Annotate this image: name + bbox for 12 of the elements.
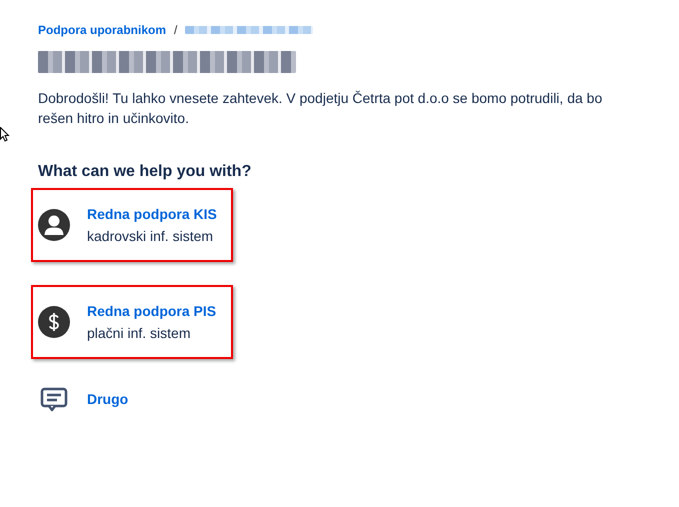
- person-icon: [38, 209, 70, 241]
- option-link[interactable]: Redna podpora PIS: [87, 302, 216, 320]
- intro-text: Dobrodošli! Tu lahko vnesete zahtevek. V podjetju Četrta pot d.o.o se bomo potrudili, da bo rešen hitro in učinkovito.: [38, 89, 604, 128]
- dollar-icon: [38, 306, 70, 338]
- option-description: kadrovski inf. sistem: [87, 228, 214, 244]
- option-link[interactable]: Drugo: [87, 390, 128, 408]
- cursor-icon: [0, 127, 10, 143]
- section-heading: What can we help you with?: [38, 162, 252, 182]
- breadcrumb-link[interactable]: Podpora uporabnikom: [38, 23, 166, 37]
- option-link[interactable]: Redna podpora KIS: [87, 206, 217, 222]
- option-description: plačni inf. sistem: [87, 324, 192, 342]
- breadcrumb-separator: /: [174, 23, 178, 37]
